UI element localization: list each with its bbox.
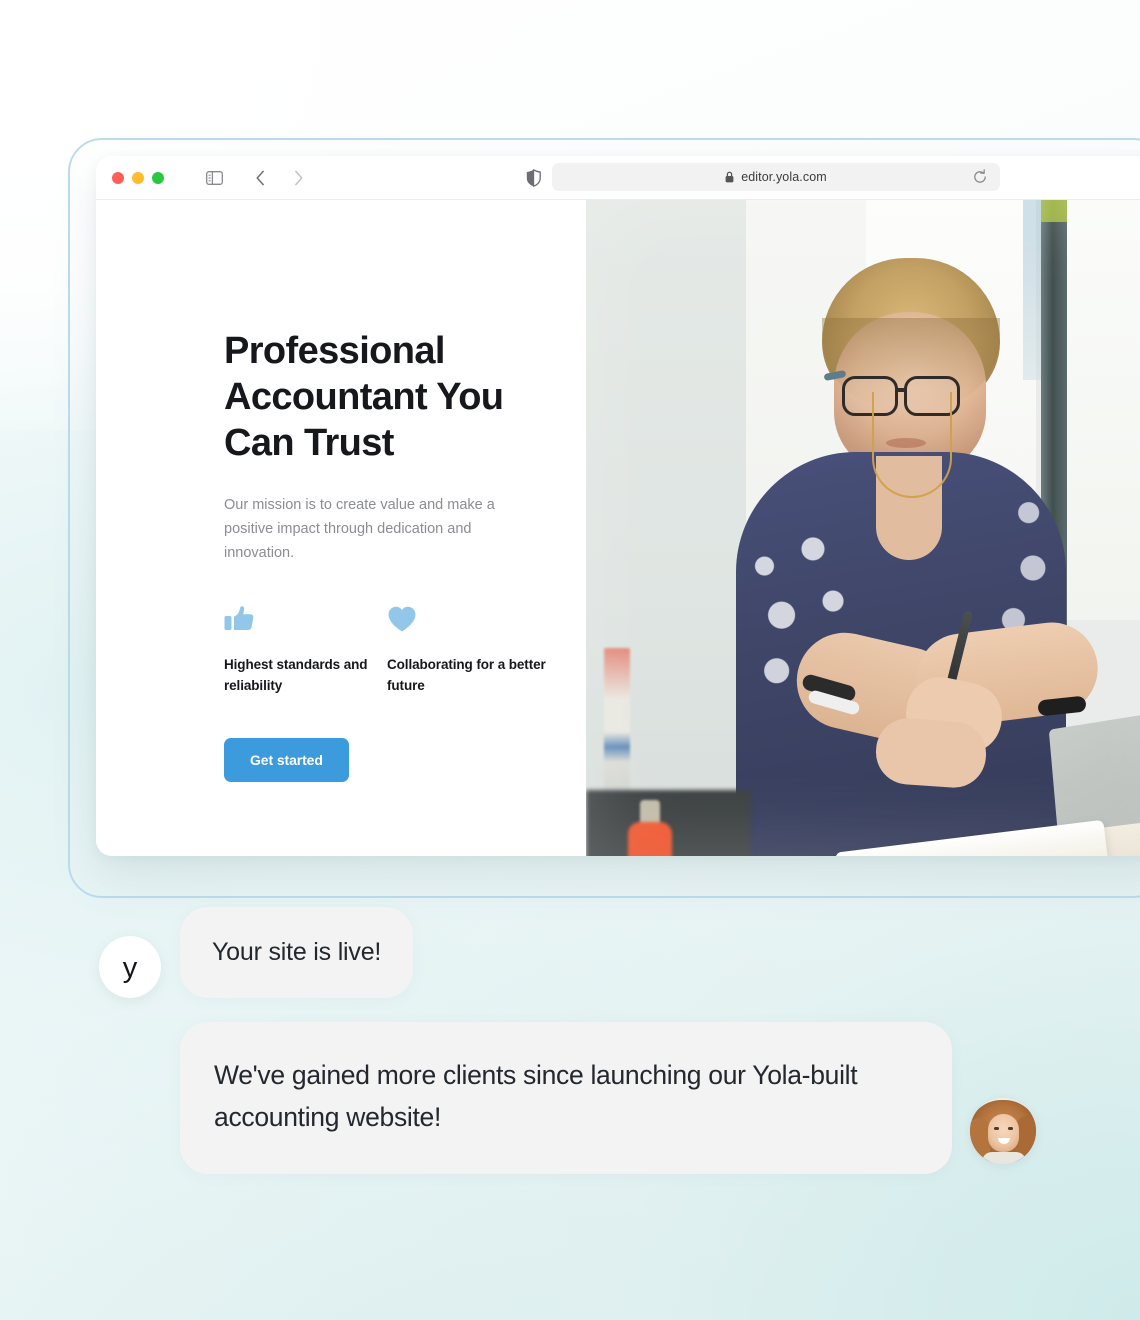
close-window-button[interactable] xyxy=(112,171,124,184)
sidebar-toggle-button[interactable] xyxy=(200,165,228,191)
client-avatar-shoulders xyxy=(982,1152,1026,1164)
minimize-window-button[interactable] xyxy=(132,171,144,184)
feature-label: Highest standards and reliability xyxy=(224,657,368,693)
browser-toolbar: editor.yola.com xyxy=(96,156,1140,200)
client-avatar-right-eye xyxy=(1008,1127,1013,1130)
chevron-right-icon xyxy=(294,170,303,185)
lock-icon xyxy=(725,171,734,183)
get-started-button[interactable]: Get started xyxy=(224,738,349,782)
shield-icon xyxy=(526,169,541,187)
feature-item-collaboration: Collaborating for a better future xyxy=(387,605,550,696)
window-controls xyxy=(96,171,164,184)
reload-button[interactable] xyxy=(972,169,988,185)
feature-item-standards: Highest standards and reliability xyxy=(224,605,387,696)
sidebar-icon xyxy=(205,170,223,185)
thumbs-up-icon-wrap xyxy=(224,605,387,635)
page-title: Professional Accountant You Can Trust xyxy=(224,330,504,464)
back-button[interactable] xyxy=(246,165,274,191)
photo-soft-light-overlay xyxy=(586,200,1140,856)
hero-content: Professional Accountant You Can Trust Ou… xyxy=(96,200,586,856)
heart-icon-wrap xyxy=(387,605,550,635)
yola-logo-letter: y xyxy=(122,952,138,984)
chevron-left-icon xyxy=(255,170,264,185)
hero-photo: Accountant working at a desk with papers… xyxy=(586,200,1140,856)
website-preview: Professional Accountant You Can Trust Ou… xyxy=(96,200,1140,856)
hero-subtitle: Our mission is to create value and make … xyxy=(224,497,495,561)
reload-icon xyxy=(974,169,986,183)
client-avatar-left-eye xyxy=(994,1127,999,1130)
chat-message-row-client: We've gained more clients since launchin… xyxy=(180,1022,1080,1174)
chat-bubble-status: Your site is live! xyxy=(180,907,414,998)
feature-label: Collaborating for a better future xyxy=(387,657,546,693)
privacy-report-button[interactable] xyxy=(522,165,544,191)
client-avatar-face xyxy=(988,1114,1019,1152)
toolbar-nav-group xyxy=(198,165,312,191)
address-bar-url: editor.yola.com xyxy=(741,170,827,184)
client-avatar: Smiling client portrait xyxy=(970,1098,1036,1164)
chat-message-row-yola: y Your site is live! xyxy=(99,907,414,998)
chat-bubble-testimonial: We've gained more clients since launchin… xyxy=(180,1022,952,1174)
browser-window: editor.yola.com Professional Accountant … xyxy=(96,156,1140,856)
yola-brand-avatar: y xyxy=(99,935,161,998)
feature-list: Highest standards and reliability Collab… xyxy=(224,605,586,696)
heart-icon xyxy=(388,606,416,632)
maximize-window-button[interactable] xyxy=(152,171,164,184)
thumbs-up-icon xyxy=(224,606,254,630)
address-bar[interactable]: editor.yola.com xyxy=(552,163,1000,191)
forward-button[interactable] xyxy=(284,165,312,191)
